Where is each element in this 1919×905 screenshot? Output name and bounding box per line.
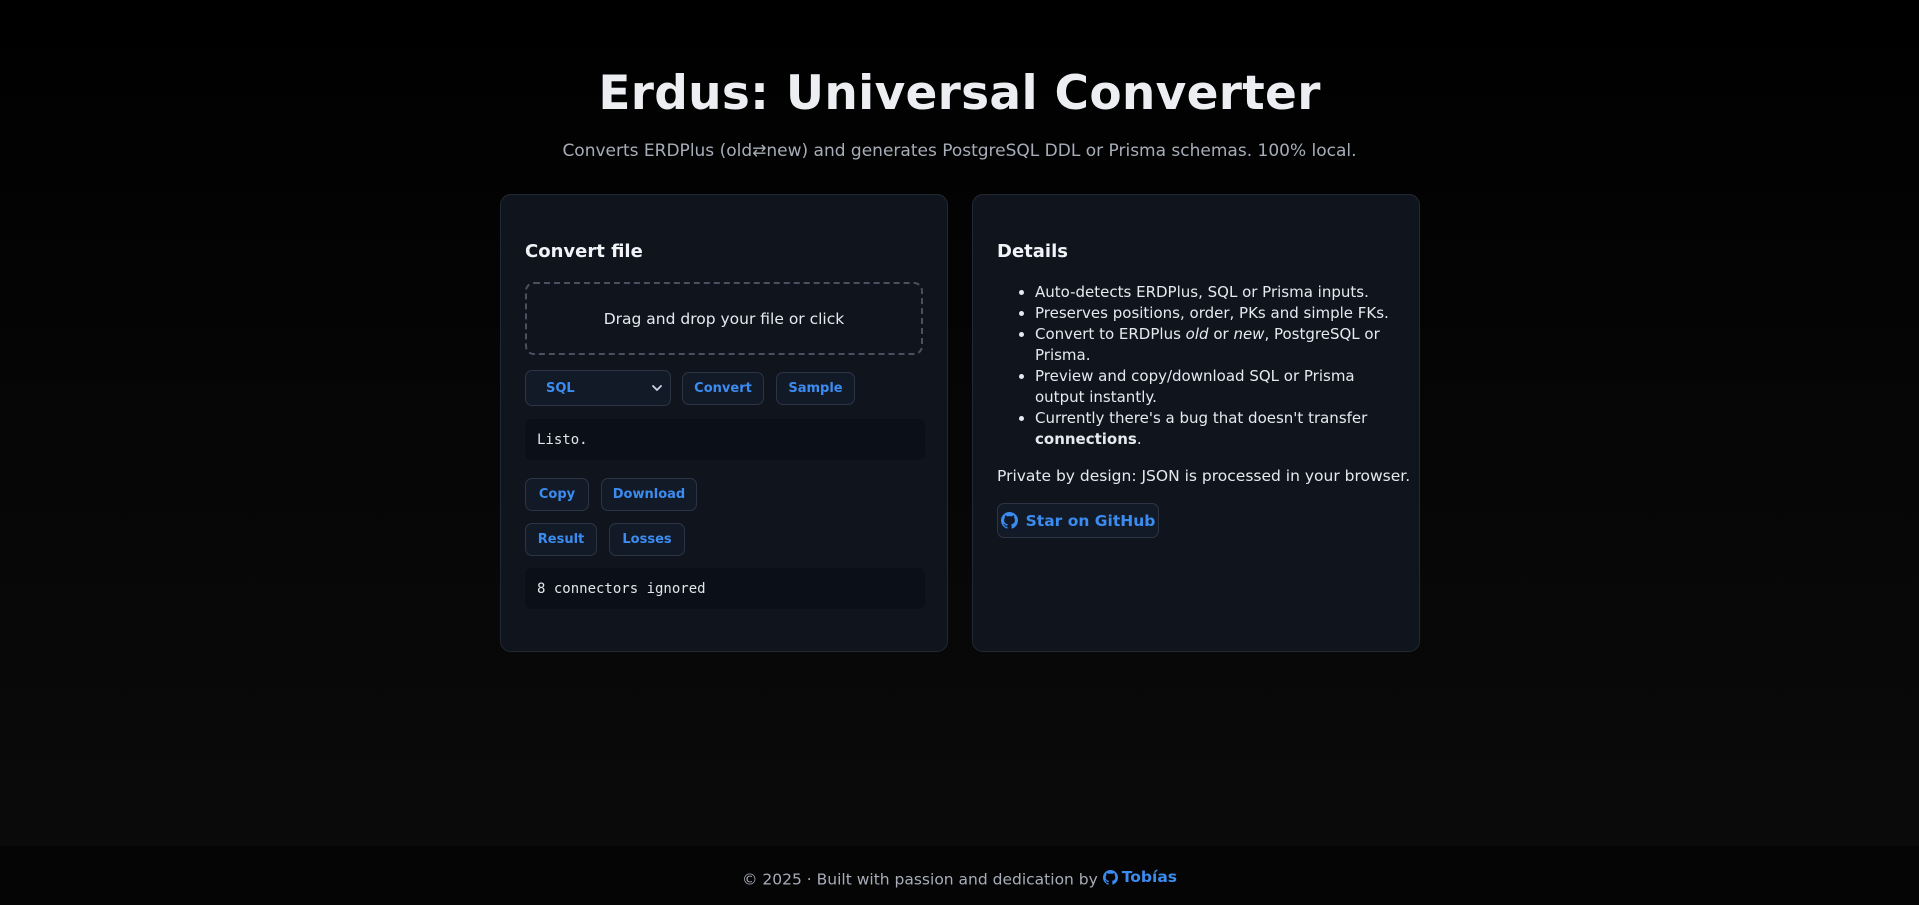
status-output: Listo. bbox=[525, 419, 925, 460]
page-footer: © 2025 · Built with passion and dedicati… bbox=[0, 846, 1919, 905]
convert-button-label: Convert bbox=[694, 381, 752, 396]
list-item-text: Convert to ERDPlus bbox=[1035, 325, 1186, 343]
list-item-text: or bbox=[1208, 325, 1234, 343]
emphasis-old: old bbox=[1185, 325, 1209, 343]
github-icon bbox=[1102, 869, 1118, 885]
details-card: Details Auto-detects ERDPlus, SQL or Pri… bbox=[972, 194, 1420, 652]
convert-button[interactable]: Convert bbox=[682, 372, 764, 405]
copy-button-label: Copy bbox=[538, 487, 576, 502]
details-card-heading: Details bbox=[997, 241, 1068, 262]
list-item-text: Currently there's a bug that doesn't tra… bbox=[1035, 409, 1368, 427]
tab-result[interactable]: Result bbox=[525, 523, 597, 556]
chevron-down-icon bbox=[650, 381, 664, 395]
convert-card: Convert file Drag and drop your file or … bbox=[500, 194, 948, 652]
details-list: Auto-detects ERDPlus, SQL or Prisma inpu… bbox=[1013, 282, 1403, 450]
list-item: Currently there's a bug that doesn't tra… bbox=[1035, 408, 1403, 450]
list-item-text: Auto-detects ERDPlus, SQL or Prisma inpu… bbox=[1035, 283, 1369, 301]
list-item: Preserves positions, order, PKs and simp… bbox=[1035, 303, 1403, 324]
page-title: Erdus: Universal Converter bbox=[598, 66, 1321, 121]
privacy-note: Private by design: JSON is processed in … bbox=[997, 467, 1411, 485]
file-dropzone[interactable]: Drag and drop your file or click bbox=[525, 282, 923, 355]
sample-button[interactable]: Sample bbox=[776, 372, 855, 405]
page-subtitle: Converts ERDPlus (old⇄new) and generates… bbox=[562, 141, 1357, 161]
page-header: Erdus: Universal Converter Converts ERDP… bbox=[0, 0, 1919, 161]
list-item-text: Preview and copy/download SQL or Prisma … bbox=[1035, 367, 1355, 406]
list-item: Auto-detects ERDPlus, SQL or Prisma inpu… bbox=[1035, 282, 1403, 303]
list-item: Preview and copy/download SQL or Prisma … bbox=[1035, 366, 1403, 408]
list-item-text: Preserves positions, order, PKs and simp… bbox=[1035, 304, 1389, 322]
author-link[interactable]: Tobías bbox=[1102, 868, 1178, 886]
star-github-label: Star on GitHub bbox=[1025, 511, 1156, 530]
emphasis-new: new bbox=[1233, 325, 1265, 343]
download-button[interactable]: Download bbox=[601, 478, 697, 511]
copy-button[interactable]: Copy bbox=[525, 478, 589, 511]
footer-text: © 2025 · Built with passion and dedicati… bbox=[741, 870, 1103, 889]
status-text: Listo. bbox=[537, 431, 588, 448]
bold-connections: connections bbox=[1035, 430, 1137, 448]
author-name: Tobías bbox=[1121, 868, 1178, 886]
sample-button-label: Sample bbox=[788, 381, 843, 396]
download-button-label: Download bbox=[612, 487, 686, 502]
tab-losses-label: Losses bbox=[622, 532, 672, 547]
tab-result-label: Result bbox=[537, 532, 585, 547]
tab-losses[interactable]: Losses bbox=[609, 523, 685, 556]
star-github-button[interactable]: Star on GitHub bbox=[997, 503, 1159, 538]
list-item: Convert to ERDPlus old or new, PostgreSQ… bbox=[1035, 324, 1403, 366]
losses-text: 8 connectors ignored bbox=[537, 580, 706, 597]
dropzone-text: Drag and drop your file or click bbox=[603, 309, 845, 328]
github-icon bbox=[1000, 512, 1018, 529]
losses-output: 8 connectors ignored bbox=[525, 568, 925, 609]
convert-card-heading: Convert file bbox=[525, 241, 643, 262]
format-select[interactable]: SQL bbox=[525, 370, 671, 406]
format-select-value: SQL bbox=[546, 380, 575, 396]
list-item-text: . bbox=[1136, 430, 1142, 448]
